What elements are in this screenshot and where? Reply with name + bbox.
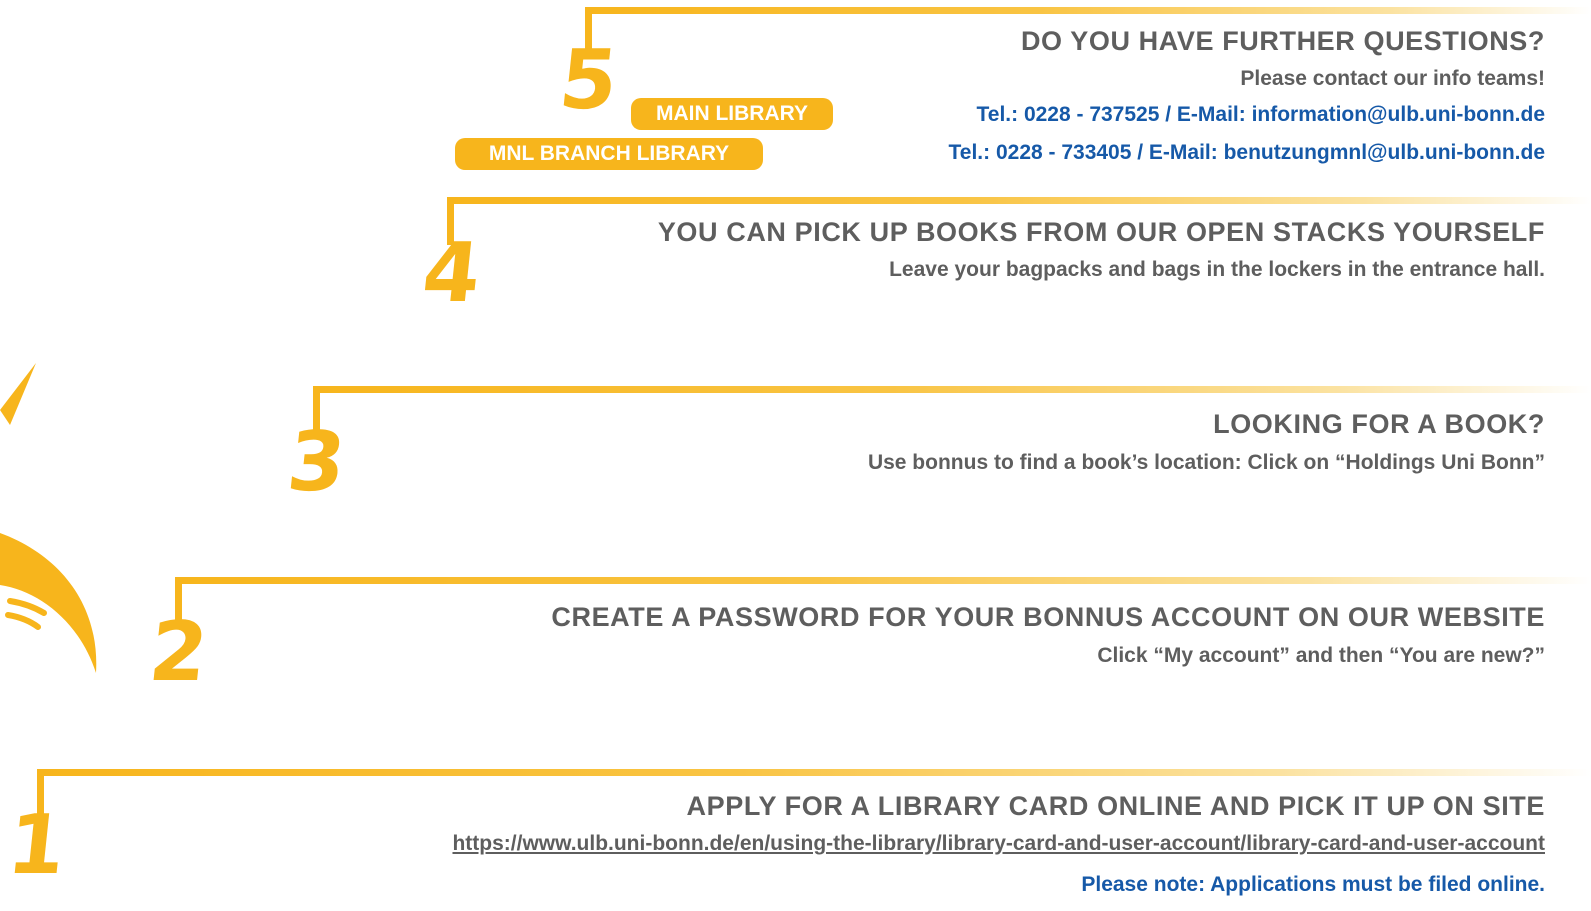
library-card-link[interactable]: https://www.ulb.uni-bonn.de/en/using-the…: [452, 832, 1545, 856]
step-4-title: YOU CAN PICK UP BOOKS FROM OUR OPEN STAC…: [657, 217, 1545, 247]
step-1-line: [37, 769, 1591, 776]
step-2-title: CREATE A PASSWORD FOR YOUR BONNUS ACCOUN…: [551, 602, 1545, 632]
step-3-line: [313, 386, 1591, 393]
step-2-subtitle: Click “My account” and then “You are new…: [1097, 644, 1545, 667]
main-library-contact: Tel.: 0228 - 737525 / E-Mail: informatio…: [976, 103, 1546, 126]
step-5-line: [585, 7, 1591, 14]
mnl-branch-library-badge: MNL BRANCH LIBRARY: [455, 138, 763, 170]
logo-wave-1: [7, 598, 47, 616]
step-1-note: Please note: Applications must be filed …: [1081, 873, 1545, 896]
logo-shape-decoration: [0, 363, 97, 673]
main-library-badge: MAIN LIBRARY: [631, 98, 833, 130]
step-3-subtitle: Use bonnus to find a book’s location: Cl…: [867, 451, 1545, 474]
step-4-subtitle: Leave your bagpacks and bags in the lock…: [889, 258, 1545, 281]
step-5-number: 5: [555, 33, 623, 128]
logo-wave-2: [5, 612, 41, 630]
logo-triangle-shape: [0, 363, 36, 425]
mnl-branch-library-contact: Tel.: 0228 - 733405 / E-Mail: benutzungm…: [948, 141, 1545, 164]
step-5-subtitle: Please contact our info teams!: [1240, 67, 1545, 90]
step-2-number: 2: [145, 605, 213, 700]
step-3-title: LOOKING FOR A BOOK?: [1213, 409, 1545, 439]
step-3-number: 3: [283, 415, 351, 510]
step-1-number: 1: [3, 798, 71, 893]
step-4-line: [447, 197, 1591, 204]
step-2-line: [175, 577, 1591, 584]
step-1-title: APPLY FOR A LIBRARY CARD ONLINE AND PICK…: [686, 791, 1545, 821]
step-4-number: 4: [418, 226, 486, 321]
step-5-title: DO YOU HAVE FURTHER QUESTIONS?: [1020, 26, 1545, 56]
